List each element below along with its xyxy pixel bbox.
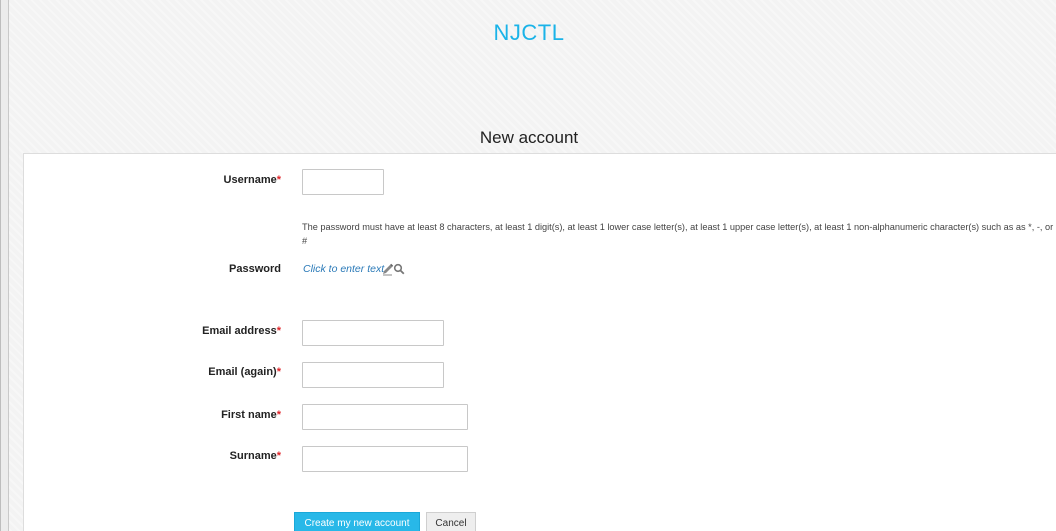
email-again-input[interactable] xyxy=(302,362,444,388)
click-to-enter-text-link[interactable]: Click to enter text xyxy=(303,263,384,275)
surname-input[interactable] xyxy=(302,446,468,472)
email-again-label: Email (again)* xyxy=(208,366,281,378)
signup-form-card xyxy=(23,153,1056,531)
create-account-button[interactable]: Create my new account xyxy=(294,512,420,531)
email-label: Email address* xyxy=(202,325,281,337)
required-mark: * xyxy=(276,325,281,337)
page-title: New account xyxy=(479,128,579,147)
required-mark: * xyxy=(276,366,281,378)
surname-label: Surname* xyxy=(229,450,281,462)
first-name-input[interactable] xyxy=(302,404,468,430)
required-mark: * xyxy=(276,409,281,421)
search-icon[interactable] xyxy=(393,263,405,275)
password-label: Password xyxy=(229,263,281,275)
username-label: Username* xyxy=(223,174,281,186)
email-input[interactable] xyxy=(302,320,444,346)
password-help-text: The password must have at least 8 charac… xyxy=(302,222,1054,246)
brand-logo: NJCTL xyxy=(493,20,565,45)
username-input[interactable] xyxy=(302,169,384,195)
cancel-button[interactable]: Cancel xyxy=(426,512,476,531)
first-name-label: First name* xyxy=(221,409,281,421)
signup-page: NJCTL New account Username* The password… xyxy=(0,0,1056,531)
required-mark: * xyxy=(276,174,281,186)
required-mark: * xyxy=(276,450,281,462)
